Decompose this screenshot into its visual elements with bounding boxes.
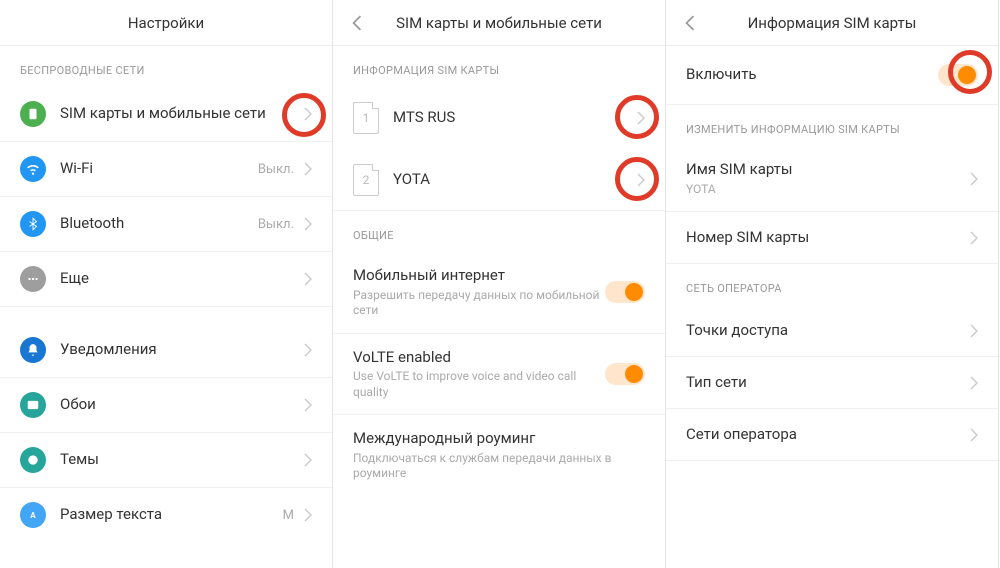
more-icon	[20, 266, 46, 292]
chevron-right-icon	[304, 343, 312, 357]
row-label: SIM карты и мобильные сети	[60, 104, 304, 124]
row-roaming[interactable]: Международный роуминг Подключаться к слу…	[333, 415, 665, 496]
row-notifications[interactable]: Уведомления	[0, 323, 332, 378]
section-sim-info: ИНФОРМАЦИЯ SIM КАРТЫ	[333, 46, 665, 87]
image-icon	[20, 392, 46, 418]
sim-networks-pane: SIM карты и мобильные сети ИНФОРМАЦИЯ SI…	[333, 0, 666, 568]
header: SIM карты и мобильные сети	[333, 0, 665, 46]
row-mobile-data[interactable]: Мобильный интернет Разрешить передачу да…	[333, 252, 665, 334]
section-wireless: БЕСПРОВОДНЫЕ СЕТИ	[0, 46, 332, 87]
text-icon: A	[20, 502, 46, 528]
row-apn[interactable]: Точки доступа	[666, 305, 998, 357]
row-wallpaper[interactable]: Обои	[0, 378, 332, 433]
page-title: Информация SIM карты	[748, 14, 917, 32]
chevron-right-icon	[637, 173, 645, 187]
chevron-right-icon	[970, 231, 978, 245]
theme-icon	[20, 447, 46, 473]
section-carrier: СЕТЬ ОПЕРАТОРА	[666, 264, 998, 305]
chevron-right-icon	[970, 324, 978, 338]
chevron-right-icon	[304, 398, 312, 412]
wifi-icon	[20, 156, 46, 182]
page-title: SIM карты и мобильные сети	[396, 14, 602, 32]
settings-pane: Настройки БЕСПРОВОДНЫЕ СЕТИ SIM карты и …	[0, 0, 333, 568]
header: Настройки	[0, 0, 332, 46]
row-wifi[interactable]: Wi-Fi Выкл.	[0, 142, 332, 197]
content: ИНФОРМАЦИЯ SIM КАРТЫ 1 MTS RUS 2 YOTA ОБ…	[333, 46, 665, 568]
back-button[interactable]	[678, 11, 702, 35]
page-title: Настройки	[128, 14, 204, 32]
row-net-type[interactable]: Тип сети	[666, 357, 998, 409]
section-general: ОБЩИЕ	[333, 211, 665, 252]
row-sim-number[interactable]: Номер SIM карты	[666, 212, 998, 264]
row-sim2[interactable]: 2 YOTA	[333, 149, 665, 211]
chevron-right-icon	[304, 508, 312, 522]
sim1-icon: 1	[353, 102, 379, 134]
row-text-size[interactable]: A Размер текста М	[0, 488, 332, 542]
row-value: Выкл.	[258, 162, 294, 177]
row-carrier-networks[interactable]: Сети оператора	[666, 409, 998, 461]
header: Информация SIM карты	[666, 0, 998, 46]
row-value: Выкл.	[258, 217, 294, 232]
row-themes[interactable]: Темы	[0, 433, 332, 488]
chevron-right-icon	[304, 217, 312, 231]
row-more[interactable]: Еще	[0, 252, 332, 307]
section-edit-sim: ИЗМЕНИТЬ ИНФОРМАЦИЮ SIM КАРТЫ	[666, 105, 998, 146]
chevron-right-icon	[970, 376, 978, 390]
chevron-right-icon	[970, 172, 978, 186]
row-bluetooth[interactable]: Bluetooth Выкл.	[0, 197, 332, 252]
row-sim-networks[interactable]: SIM карты и мобильные сети	[0, 87, 332, 142]
row-sim-name[interactable]: Имя SIM карты YOTA	[666, 146, 998, 212]
sim-icon	[20, 101, 46, 127]
sim2-icon: 2	[353, 164, 379, 196]
row-sim1[interactable]: 1 MTS RUS	[333, 87, 665, 149]
sim-info-pane: Информация SIM карты Включить ИЗМЕНИТЬ И…	[666, 0, 999, 568]
svg-text:A: A	[30, 510, 36, 520]
row-value: М	[283, 508, 294, 523]
content: Включить ИЗМЕНИТЬ ИНФОРМАЦИЮ SIM КАРТЫ И…	[666, 46, 998, 568]
chevron-right-icon	[304, 162, 312, 176]
chevron-right-icon	[304, 272, 312, 286]
mobile-data-toggle[interactable]	[605, 281, 645, 303]
enable-toggle[interactable]	[938, 64, 978, 86]
content: БЕСПРОВОДНЫЕ СЕТИ SIM карты и мобильные …	[0, 46, 332, 568]
row-volte[interactable]: VoLTE enabled Use VoLTE to improve voice…	[333, 334, 665, 416]
chevron-right-icon	[304, 453, 312, 467]
back-button[interactable]	[345, 11, 369, 35]
chevron-right-icon	[304, 107, 312, 121]
row-enable[interactable]: Включить	[666, 46, 998, 105]
bluetooth-icon	[20, 211, 46, 237]
chevron-right-icon	[970, 428, 978, 442]
volte-toggle[interactable]	[605, 363, 645, 385]
bell-icon	[20, 337, 46, 363]
chevron-right-icon	[637, 111, 645, 125]
